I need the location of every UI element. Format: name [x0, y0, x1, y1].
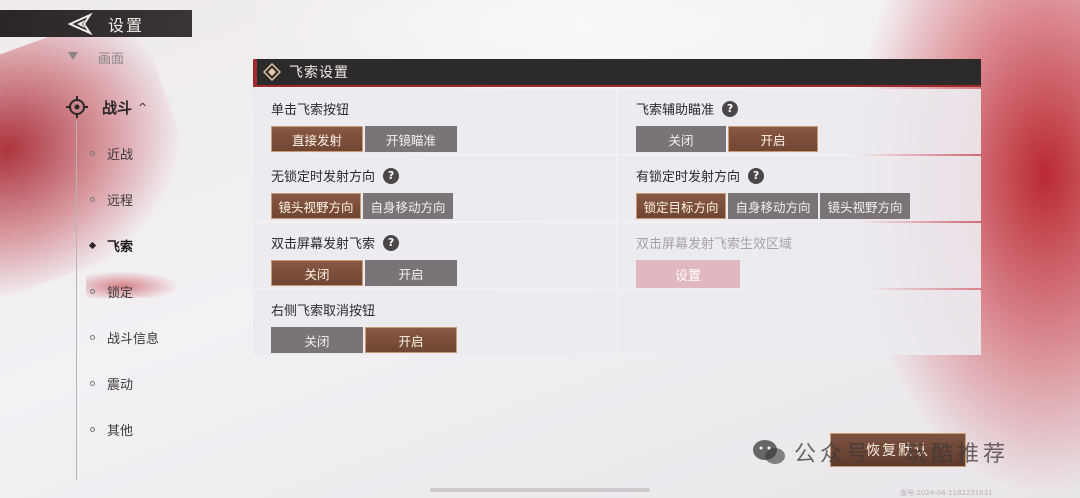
sidebar-item-lockon[interactable]: 锁定 — [90, 280, 133, 302]
setting-double-tap-area: 双击屏幕发射飞索生效区域 设置 — [618, 223, 981, 288]
bullet-icon — [90, 334, 95, 340]
panel-title: 飞索设置 — [289, 65, 349, 81]
watermark: 公众号 · 玩酷推荐 — [752, 436, 1009, 468]
collapse-triangle-icon — [68, 52, 78, 60]
option-group: 关闭 开启 — [271, 260, 616, 286]
setting-label-text: 飞索辅助瞄准 — [636, 103, 715, 118]
sidebar-item-label: 飞索 — [107, 239, 134, 255]
area-settings-button[interactable]: 设置 — [636, 260, 740, 288]
footnote-text: 版号:2024-04-1182231631 — [900, 489, 993, 497]
setting-right-cancel-button: 右侧飞索取消按钮 关闭 开启 — [253, 290, 616, 355]
setting-label-text: 单击飞索按钮 — [271, 103, 350, 118]
grapple-settings-panel: 飞索设置 单击飞索按钮 直接发射 开镜瞄准 飞索辅助瞄准? 关闭 开启 无锁定时… — [253, 59, 981, 355]
sidebar-item-vibration[interactable]: 震动 — [90, 372, 133, 394]
option-off[interactable]: 关闭 — [636, 126, 726, 152]
setting-label-text: 无锁定时发射方向 — [271, 170, 376, 185]
target-gear-icon — [66, 96, 88, 118]
setting-single-tap-grapple: 单击飞索按钮 直接发射 开镜瞄准 — [253, 89, 616, 154]
option-direct-fire[interactable]: 直接发射 — [271, 126, 363, 152]
setting-label: 单击飞索按钮 — [271, 99, 616, 118]
setting-label-text: 双击屏幕发射飞索生效区域 — [636, 237, 793, 252]
panel-header: 飞索设置 — [253, 59, 981, 87]
option-scope-aim[interactable]: 开镜瞄准 — [365, 126, 457, 152]
sidebar-item-melee[interactable]: 近战 — [90, 142, 133, 164]
setting-label-text: 有锁定时发射方向 — [636, 170, 741, 185]
help-icon[interactable]: ? — [722, 100, 739, 117]
setting-label: 右侧飞索取消按钮 — [271, 300, 616, 319]
settings-grid: 单击飞索按钮 直接发射 开镜瞄准 飞索辅助瞄准? 关闭 开启 无锁定时发射方向?… — [253, 89, 981, 355]
sidebar-group-combat[interactable]: 战斗 ^ — [66, 94, 147, 120]
sidebar-group-label: 战斗 — [102, 98, 133, 117]
bullet-icon — [90, 380, 95, 386]
sidebar-item-label: 其他 — [107, 423, 134, 439]
help-icon[interactable]: ? — [383, 167, 400, 184]
help-icon[interactable]: ? — [748, 167, 765, 184]
chevron-up-icon: ^ — [138, 100, 148, 114]
home-indicator-bar[interactable] — [430, 488, 650, 492]
settings-header: 设置 — [0, 10, 192, 37]
setting-no-lock-direction: 无锁定时发射方向? 镜头视野方向 自身移动方向 — [253, 156, 616, 221]
option-group: 镜头视野方向 自身移动方向 — [271, 193, 616, 219]
bullet-icon — [90, 426, 95, 432]
sidebar-item-label: 震动 — [107, 377, 134, 393]
empty-cell — [618, 290, 981, 355]
sidebar-item-display[interactable]: 画面 — [68, 48, 124, 67]
watermark-text: 公众号 · 玩酷推荐 — [794, 442, 1009, 467]
back-arrow-icon[interactable] — [68, 13, 94, 35]
bullet-icon — [90, 196, 95, 202]
setting-label-text: 双击屏幕发射飞索 — [271, 237, 376, 252]
option-on[interactable]: 开启 — [365, 327, 457, 353]
setting-double-tap-grapple: 双击屏幕发射飞索? 关闭 开启 — [253, 223, 616, 288]
sidebar-item-grapple[interactable]: 飞索 — [88, 234, 134, 256]
sidebar-item-label: 远程 — [107, 193, 134, 209]
option-off[interactable]: 关闭 — [271, 327, 363, 353]
setting-aim-assist: 飞索辅助瞄准? 关闭 开启 — [618, 89, 981, 154]
sidebar-item-label: 画面 — [98, 52, 125, 67]
option-camera-direction[interactable]: 镜头视野方向 — [271, 193, 361, 219]
sidebar-item-combat-info[interactable]: 战斗信息 — [90, 326, 159, 348]
sidebar-item-label: 锁定 — [107, 285, 134, 301]
sidebar-item-label: 战斗信息 — [107, 331, 160, 347]
option-target-direction[interactable]: 锁定目标方向 — [636, 193, 726, 219]
option-group: 直接发射 开镜瞄准 — [271, 126, 616, 152]
help-icon[interactable]: ? — [383, 234, 400, 251]
diamond-emblem-icon — [263, 63, 281, 81]
setting-label: 无锁定时发射方向? — [271, 166, 616, 185]
setting-label: 飞索辅助瞄准? — [636, 99, 981, 118]
settings-sidebar: 画面 战斗 ^ 近战 远程 飞索 锁定 战斗信息 震动 其他 — [0, 40, 200, 498]
page-title: 设置 — [108, 15, 145, 35]
setting-label: 有锁定时发射方向? — [636, 166, 981, 185]
option-camera-direction[interactable]: 镜头视野方向 — [820, 193, 910, 219]
setting-label: 双击屏幕发射飞索? — [271, 233, 616, 252]
option-group: 关闭 开启 — [271, 327, 616, 353]
option-group: 锁定目标方向 自身移动方向 镜头视野方向 — [636, 193, 981, 219]
option-on[interactable]: 开启 — [365, 260, 457, 286]
bullet-icon — [90, 150, 95, 156]
bullet-icon — [88, 241, 97, 249]
wechat-icon — [753, 440, 785, 464]
option-movement-direction[interactable]: 自身移动方向 — [728, 193, 818, 219]
sidebar-item-label: 近战 — [107, 147, 134, 163]
setting-label-text: 右侧飞索取消按钮 — [271, 304, 376, 319]
option-off[interactable]: 关闭 — [271, 260, 363, 286]
sidebar-item-ranged[interactable]: 远程 — [90, 188, 133, 210]
setting-label: 双击屏幕发射飞索生效区域 — [636, 233, 981, 252]
bullet-icon — [90, 288, 95, 294]
setting-lock-direction: 有锁定时发射方向? 锁定目标方向 自身移动方向 镜头视野方向 — [618, 156, 981, 221]
sidebar-tree-line — [76, 120, 77, 480]
option-on[interactable]: 开启 — [728, 126, 818, 152]
sidebar-item-other[interactable]: 其他 — [90, 418, 133, 440]
option-movement-direction[interactable]: 自身移动方向 — [363, 193, 453, 219]
option-group: 关闭 开启 — [636, 126, 981, 152]
